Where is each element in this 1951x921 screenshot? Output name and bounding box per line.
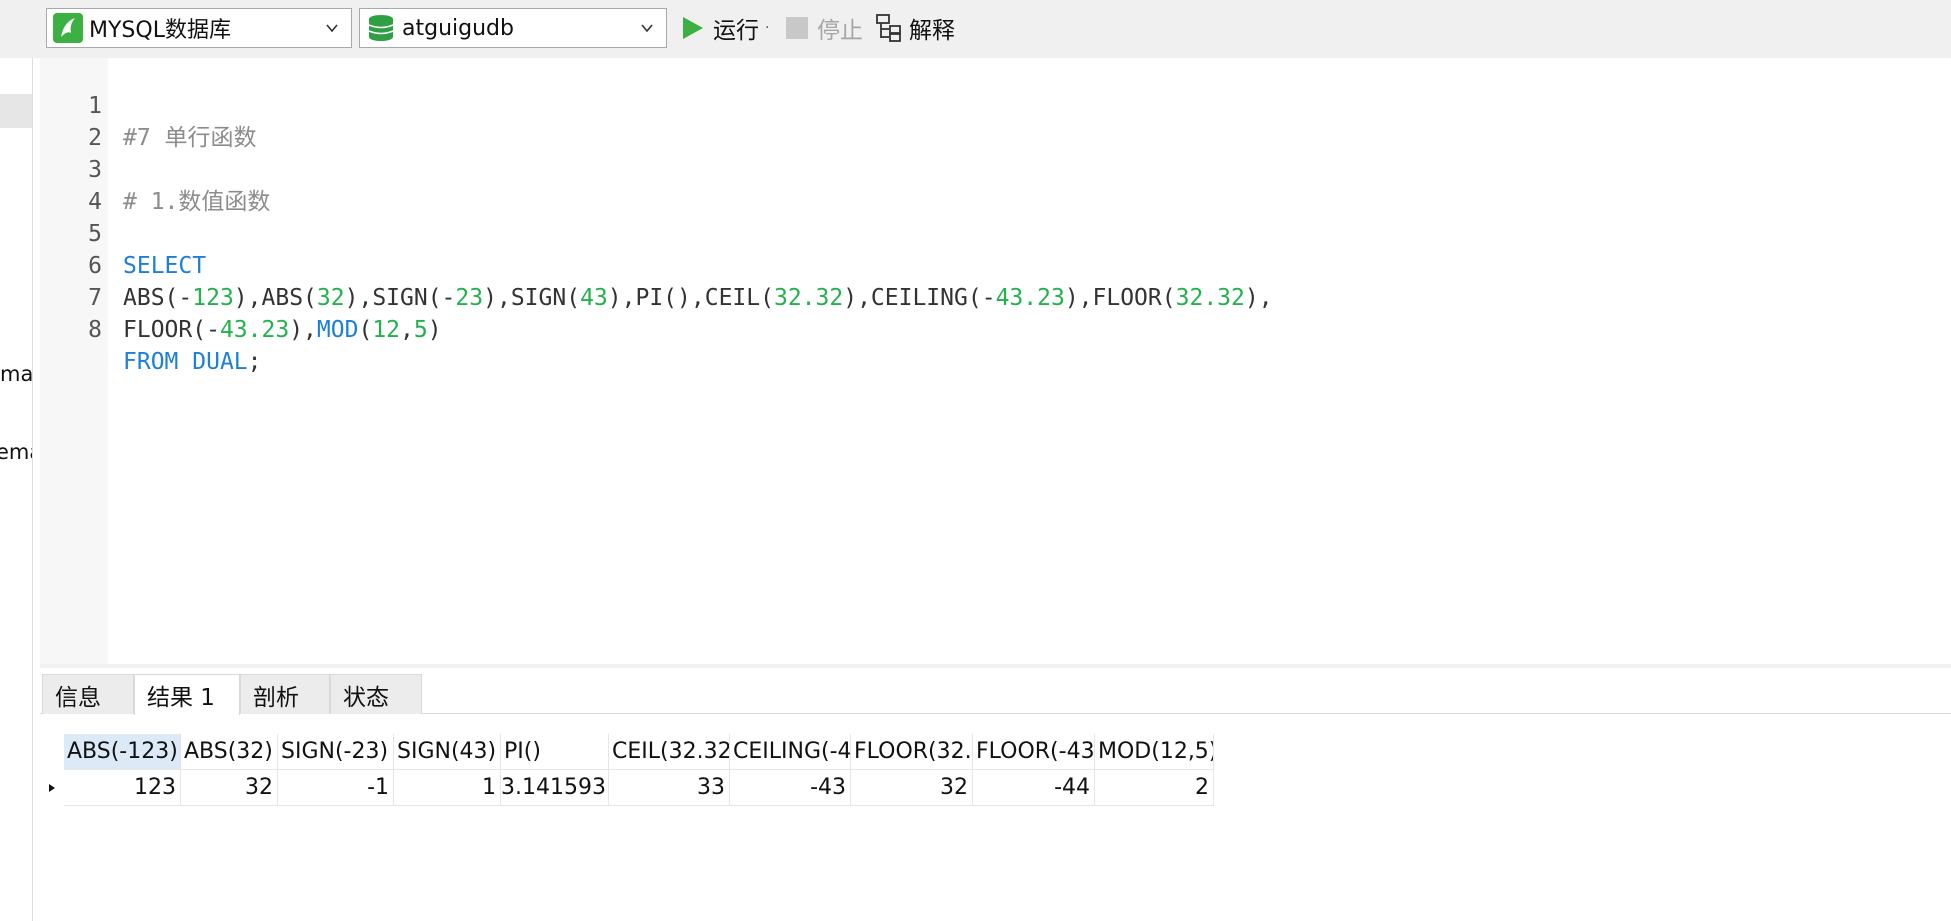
run-label: 运行 (713, 18, 759, 44)
result-tabs: 信息 结果 1 剖析 状态 (40, 674, 1951, 715)
column-header[interactable]: SIGN(43) (394, 734, 501, 770)
editor-line: 6 ABS(-123),ABS(32),SIGN(-23),SIGN(43),P… (40, 218, 1940, 311)
tree-item-fragment[interactable]: ema (0, 440, 32, 464)
row-pointer-icon (49, 784, 55, 792)
table-cell[interactable]: -1 (278, 770, 394, 806)
table-cell[interactable]: 2 (1095, 770, 1214, 806)
tab-label: 信息 (55, 684, 101, 711)
database-cylinder-icon (368, 15, 394, 41)
tab-status[interactable]: 状态 (330, 674, 422, 714)
editor-line: 3 # 1.数值函数 (40, 122, 1940, 215)
table-cell[interactable]: 123 (64, 770, 181, 806)
chevron-down-icon[interactable] (640, 21, 654, 35)
column-header[interactable]: FLOOR(-43.2 (973, 734, 1095, 770)
stop-label: 停止 (817, 18, 863, 44)
column-header[interactable]: SIGN(-23) (278, 734, 394, 770)
column-header[interactable]: ABS(-123) (64, 734, 181, 770)
table-cell[interactable]: -44 (973, 770, 1095, 806)
connection-label: MYSQL数据库 (89, 18, 231, 43)
tab-result-1[interactable]: 结果 1 (134, 674, 240, 715)
database-label: atguigudb (402, 15, 514, 41)
line-number: 8 (88, 317, 102, 343)
editor-line: 2 (40, 90, 1940, 151)
editor-line: 8 FROM DUAL; (40, 282, 1940, 375)
sql-code: FROM DUAL; (123, 349, 262, 375)
stop-button[interactable]: 停止 (785, 10, 863, 46)
connection-select[interactable]: MYSQL数据库 (46, 8, 352, 48)
stop-square-icon (786, 17, 808, 39)
tab-info[interactable]: 信息 (42, 674, 134, 714)
table-row[interactable]: 123 32 -1 1 3.141593 33 -43 32 -44 2 (40, 770, 1214, 806)
editor-line: 5 SELECT (40, 186, 1940, 279)
tab-label: 状态 (343, 684, 389, 711)
toolbar: MYSQL数据库 atguigudb 运行 · 停止 解释 (0, 0, 1951, 58)
sql-editor[interactable]: 1 #7 单行函数 2 3 # 1.数值函数 4 5 SELECT 6 ABS(… (40, 58, 1951, 664)
sql-code: FLOOR(-43.23),MOD(12,5) (123, 317, 442, 343)
column-header[interactable]: CEIL(32.32) (609, 734, 730, 770)
table-cell[interactable]: -43 (730, 770, 851, 806)
run-dropdown-dot[interactable]: · (765, 20, 769, 36)
header-row: ABS(-123) ABS(32) SIGN(-23) SIGN(43) PI() CEI… (40, 734, 1214, 770)
editor-line: 7 FLOOR(-43.23),MOD(12,5) (40, 250, 1940, 343)
column-header[interactable]: FLOOR(32.32 (851, 734, 973, 770)
tab-profile[interactable]: 剖析 (240, 674, 330, 714)
table-cell[interactable]: 32 (851, 770, 973, 806)
database-select[interactable]: atguigudb (359, 8, 667, 48)
explain-plan-icon (876, 14, 901, 42)
table-cell[interactable]: 32 (181, 770, 278, 806)
column-header[interactable]: MOD(12,5) (1095, 734, 1214, 770)
object-tree-sidebar[interactable]: ma ema (0, 58, 33, 921)
tree-item-fragment[interactable]: ma (0, 362, 32, 386)
editor-line: 4 (40, 154, 1940, 215)
table-cell[interactable]: 3.141593 (501, 770, 609, 806)
column-header[interactable]: PI() (501, 734, 609, 770)
editor-line: 1 #7 单行函数 (40, 58, 1940, 151)
run-button[interactable]: 运行 · (681, 10, 769, 46)
explain-label: 解释 (909, 18, 955, 44)
column-header[interactable]: ABS(32) (181, 734, 278, 770)
explain-button[interactable]: 解释 (875, 10, 955, 46)
tab-label: 结果 1 (147, 685, 215, 711)
chevron-down-icon[interactable] (325, 21, 339, 35)
table-cell[interactable]: 33 (609, 770, 730, 806)
column-header[interactable]: CEILING(-43.… (730, 734, 851, 770)
mysql-dolphin-icon (53, 13, 83, 43)
results-panel: 信息 结果 1 剖析 状态 ABS(-123) ABS(32) SIGN(-23) S… (40, 664, 1951, 921)
selected-tree-item[interactable] (0, 94, 32, 128)
current-row-indicator (40, 770, 64, 806)
tab-label: 剖析 (253, 684, 299, 711)
table-cell[interactable]: 1 (394, 770, 501, 806)
play-icon (683, 17, 703, 39)
